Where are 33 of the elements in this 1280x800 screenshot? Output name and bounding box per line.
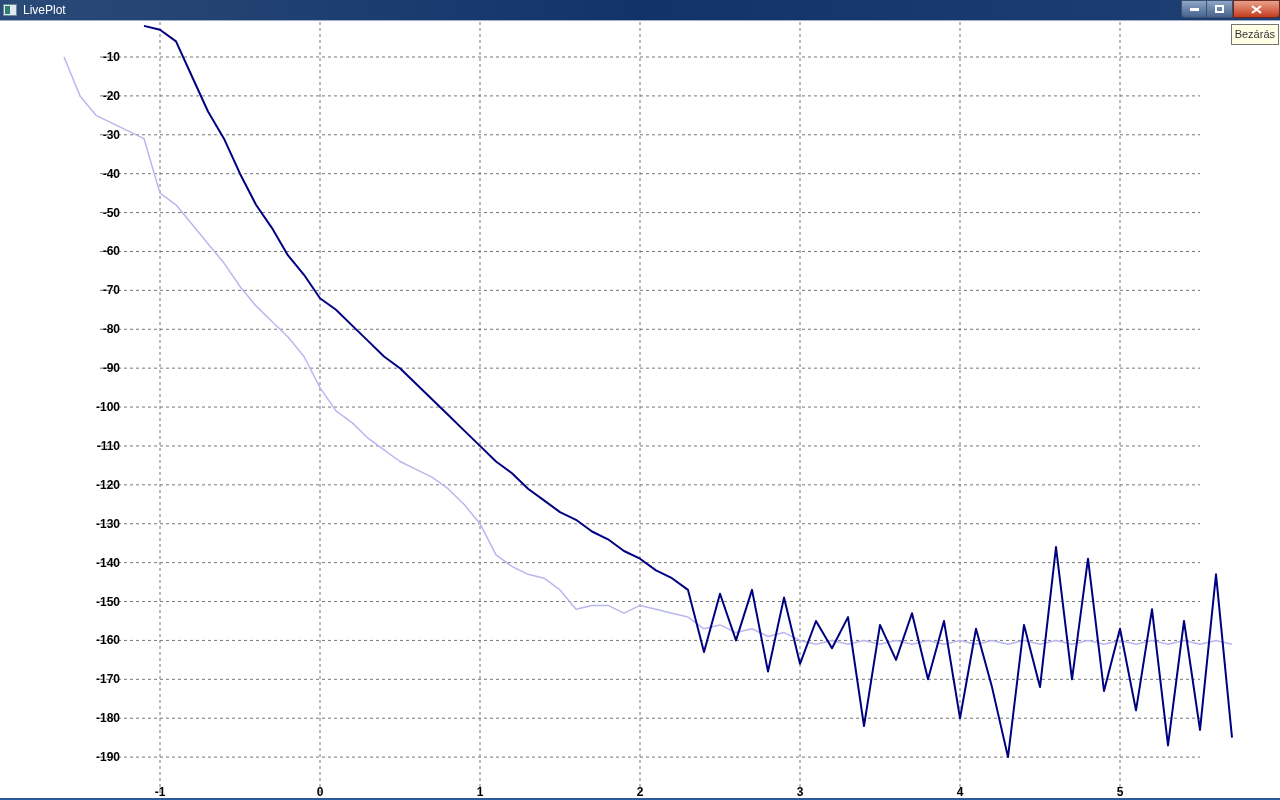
y-axis-label: -60 [102,244,120,259]
y-axis-label: -130 [95,516,120,531]
y-axis-label: -150 [95,594,120,609]
y-axis-label: -30 [102,127,120,142]
y-axis-label: -20 [102,88,120,103]
y-axis-label: -120 [95,477,120,492]
y-axis-label: -170 [95,672,120,687]
y-axis-label: -50 [102,205,120,220]
y-axis-label: -160 [95,633,120,648]
x-axis-label: 0 [316,785,324,798]
y-axis-label: -40 [102,166,120,181]
y-axis-label: -180 [95,711,120,726]
y-axis-label: -10 [102,50,120,64]
restore-button[interactable] [1207,0,1233,18]
x-axis-label: 5 [1116,785,1124,798]
y-axis-label: -80 [102,322,120,337]
x-axis-label: 3 [796,785,804,798]
close-button[interactable] [1233,0,1280,18]
x-axis-label: 4 [956,785,964,798]
x-axis-label: 2 [636,785,644,798]
y-axis-label: -140 [95,555,120,570]
close-icon [1251,4,1262,14]
y-axis-label: -110 [96,438,120,453]
y-axis-label: -190 [95,750,120,765]
window-title: LivePlot [23,2,66,19]
y-axis-label: -70 [102,283,120,298]
app-icon [3,4,17,16]
minimize-button[interactable] [1181,0,1207,18]
y-axis-label: -90 [102,361,120,376]
x-axis-label: 1 [476,785,484,798]
y-axis-label: -100 [95,400,120,415]
tooltip: Bezárás [1230,24,1279,45]
x-axis-label: -1 [154,785,166,798]
